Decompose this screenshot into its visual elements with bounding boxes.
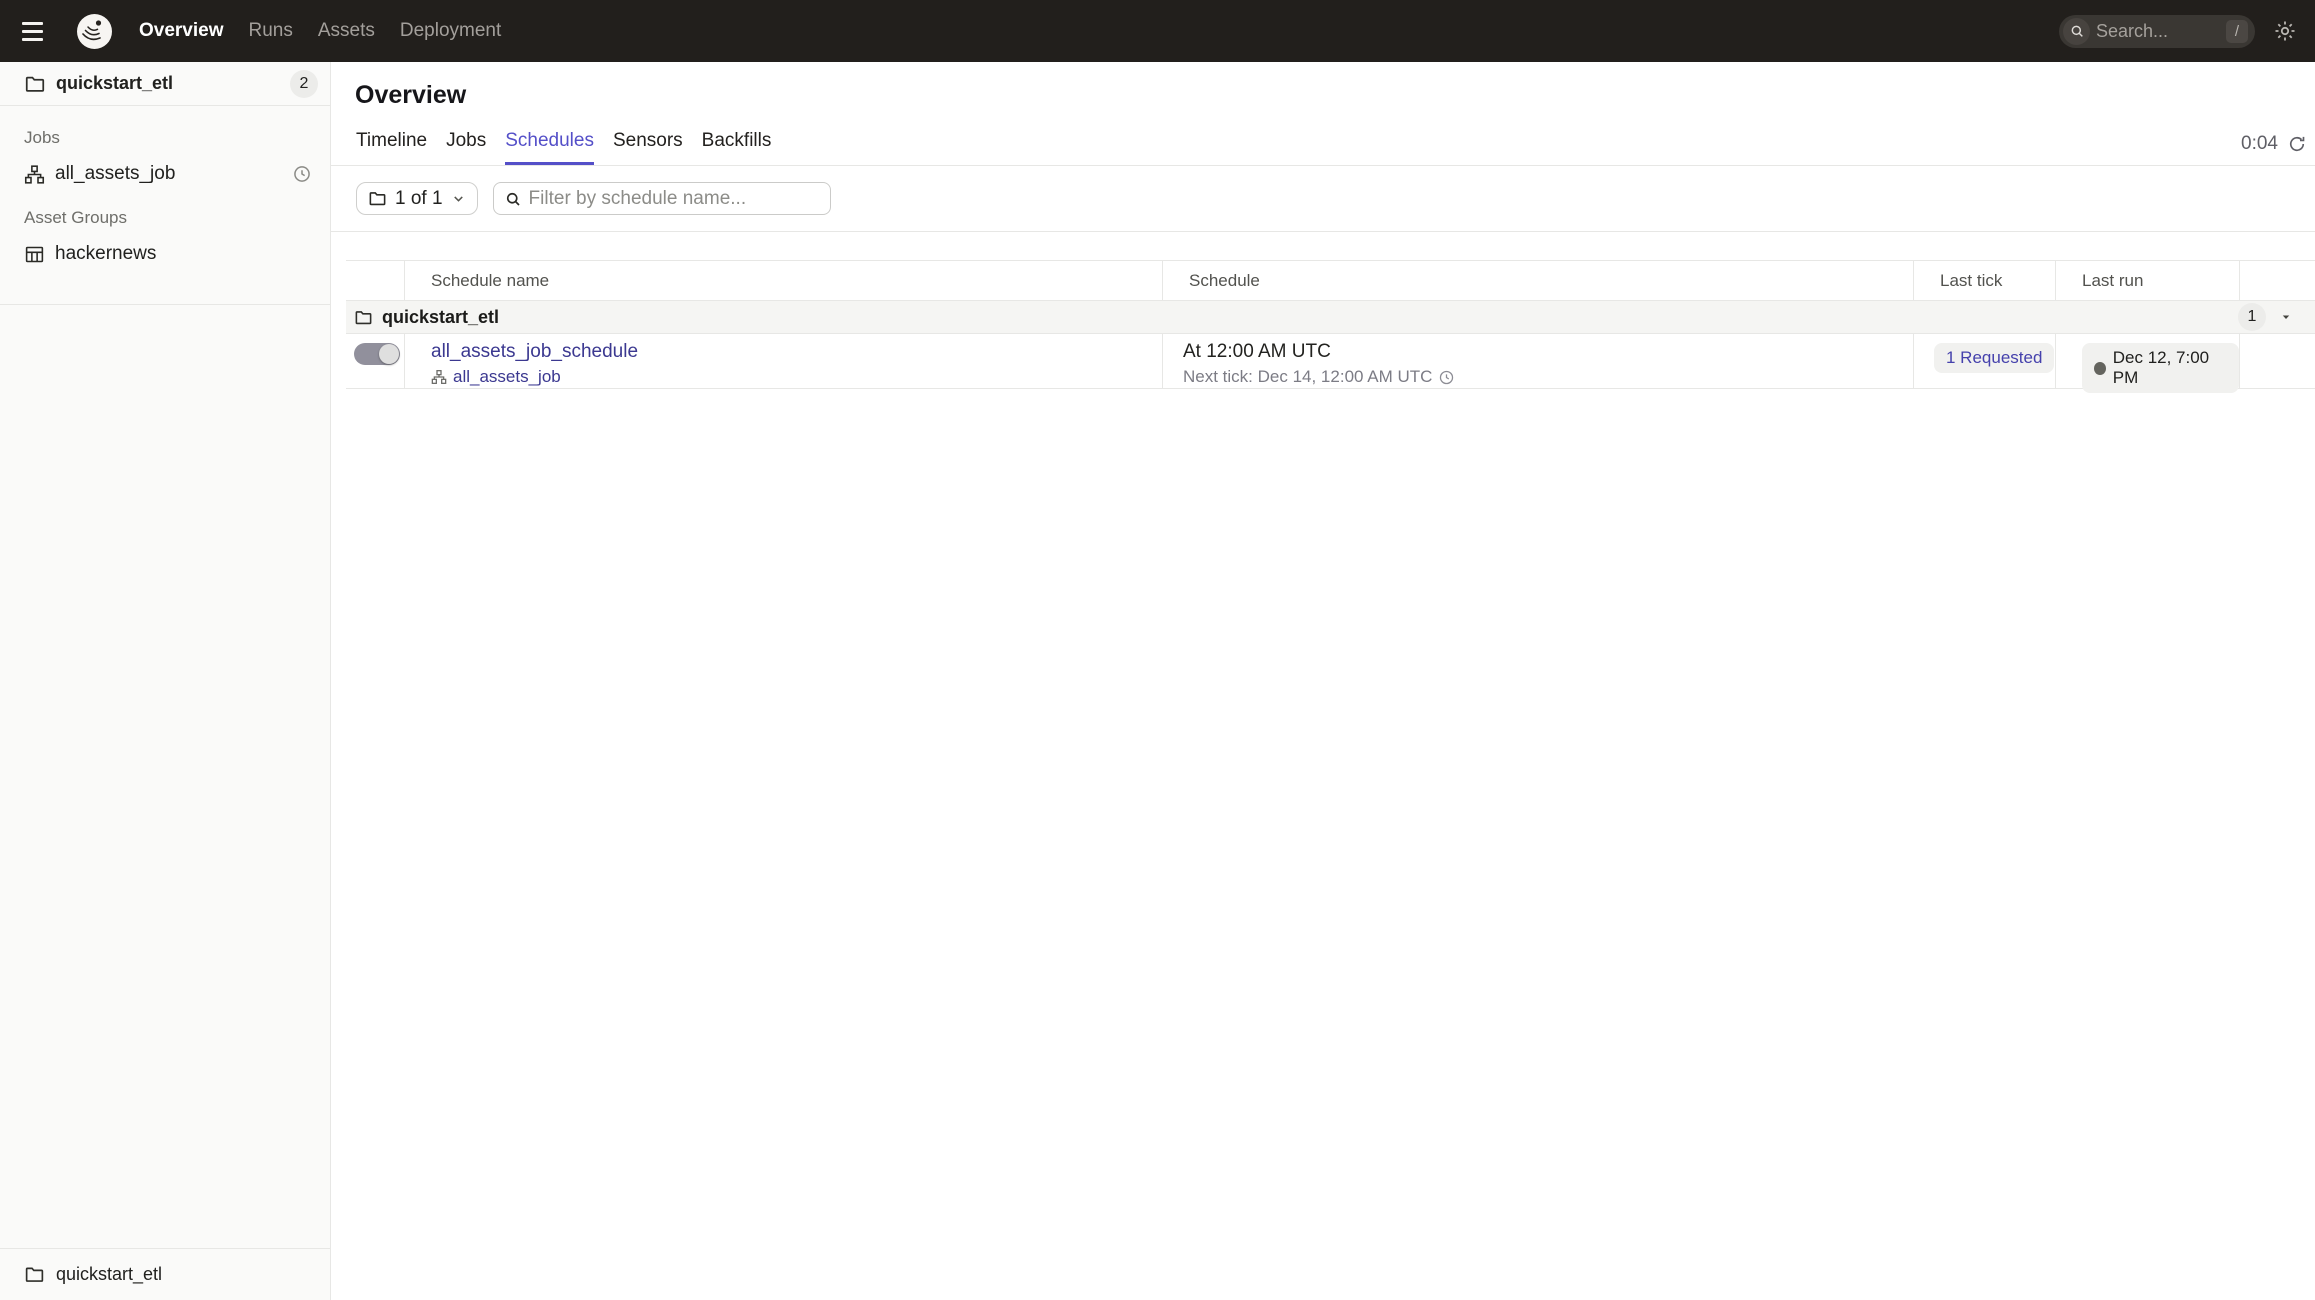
global-search-input[interactable] — [2090, 20, 2226, 42]
schedules-table: Schedule name Schedule Last tick Last ru… — [346, 260, 2315, 393]
group-repo-name: quickstart_etl — [382, 306, 500, 327]
repo-group-row[interactable]: quickstart_etl 1 — [346, 301, 2315, 334]
folder-icon — [24, 73, 46, 95]
main-content: Overview Timeline Jobs Schedules Sensors… — [331, 62, 2315, 1300]
nav-item-runs[interactable]: Runs — [249, 20, 293, 42]
last-tick-cell: 1 Requested — [1913, 334, 2055, 388]
gear-icon — [2275, 21, 2295, 41]
row-actions-cell — [2239, 334, 2315, 388]
top-nav: Overview Runs Assets Deployment / — [0, 0, 2315, 62]
group-count-badge: 1 — [2238, 303, 2266, 331]
sidebar-repo-name: quickstart_etl — [56, 73, 174, 93]
job-icon — [24, 164, 45, 185]
table-header-row: Schedule name Schedule Last tick Last ru… — [346, 260, 2315, 301]
sidebar-item-hackernews[interactable]: hackernews — [0, 234, 330, 274]
asset-groups-section-label: Asset Groups — [24, 208, 127, 227]
last-tick-badge[interactable]: 1 Requested — [1934, 343, 2055, 373]
tabs: Timeline Jobs Schedules Sensors Backfill… — [356, 130, 771, 165]
search-icon — [2063, 17, 2090, 45]
folder-icon — [368, 189, 387, 208]
folder-icon — [354, 308, 373, 327]
primary-nav: Overview Runs Assets Deployment — [139, 20, 501, 42]
settings-gear-button[interactable] — [2273, 19, 2297, 43]
schedule-cron-cell: At 12:00 AM UTC Next tick: Dec 14, 12:00… — [1162, 334, 1913, 388]
sidebar-item-all-assets-job[interactable]: all_assets_job — [0, 154, 330, 194]
jobs-section-label: Jobs — [24, 128, 60, 147]
last-run-cell: Dec 12, 7:00 PM — [2055, 334, 2239, 393]
hamburger-menu-button[interactable] — [22, 14, 56, 48]
tab-schedules[interactable]: Schedules — [505, 130, 594, 165]
tab-sensors[interactable]: Sensors — [613, 130, 683, 165]
refresh-block: 0:04 — [2241, 133, 2307, 165]
schedule-cron-text: At 12:00 AM UTC — [1183, 341, 1331, 362]
schedule-target: all_assets_job — [431, 367, 1162, 387]
repo-filter-label: 1 of 1 — [395, 187, 443, 209]
caret-down-icon[interactable] — [2279, 310, 2293, 324]
col-schedule-name: Schedule name — [404, 261, 1162, 300]
repo-count-badge: 2 — [290, 69, 318, 98]
schedule-enabled-toggle[interactable] — [354, 343, 400, 365]
next-tick: Next tick: Dec 14, 12:00 AM UTC — [1183, 367, 1913, 387]
nav-item-overview[interactable]: Overview — [139, 20, 224, 42]
col-actions — [2239, 261, 2315, 300]
col-schedule: Schedule — [1162, 261, 1913, 300]
target-job-link[interactable]: all_assets_job — [453, 367, 561, 387]
nav-item-assets[interactable]: Assets — [318, 20, 375, 42]
search-shortcut-badge: / — [2226, 19, 2248, 43]
sidebar-job-link[interactable]: all_assets_job — [55, 163, 175, 185]
sidebar-footer-repo-name: quickstart_etl — [56, 1264, 163, 1284]
schedule-toggle-cell — [346, 334, 404, 388]
tabs-row: Timeline Jobs Schedules Sensors Backfill… — [331, 130, 2315, 166]
refresh-countdown: 0:04 — [2241, 133, 2278, 154]
nav-item-deployment[interactable]: Deployment — [400, 20, 501, 42]
refresh-icon[interactable] — [2287, 134, 2307, 154]
app-root: Overview Runs Assets Deployment / — [0, 0, 2315, 1300]
repo-filter-button[interactable]: 1 of 1 — [356, 182, 478, 215]
filters-divider — [331, 231, 2315, 232]
tab-timeline[interactable]: Timeline — [356, 130, 427, 165]
schedule-name-cell: all_assets_job_schedule all_assets_job — [404, 334, 1162, 388]
last-run-time: Dec 12, 7:00 PM — [2112, 348, 2210, 387]
col-last-tick: Last tick — [1913, 261, 2055, 300]
chevron-down-icon — [453, 196, 463, 202]
schedule-filter — [492, 182, 831, 215]
filters-row: 1 of 1 — [356, 182, 2315, 215]
clock-icon — [1440, 370, 1454, 384]
body-row: quickstart_etl 2 Jobs all_assets_job Ass… — [0, 62, 2315, 1300]
asset-group-icon — [24, 244, 45, 265]
page-title: Overview — [355, 81, 467, 109]
tab-jobs[interactable]: Jobs — [446, 130, 486, 165]
global-search[interactable]: / — [2059, 14, 2255, 48]
run-status-dot — [2094, 361, 2106, 375]
tab-backfills[interactable]: Backfills — [702, 130, 772, 165]
schedule-filter-input[interactable] — [528, 187, 820, 210]
toggle-column-header — [346, 261, 404, 300]
sidebar: quickstart_etl 2 Jobs all_assets_job Ass… — [0, 62, 331, 1300]
next-tick-text: Next tick: Dec 14, 12:00 AM UTC — [1183, 367, 1433, 386]
sidebar-repo-header[interactable]: quickstart_etl 2 — [0, 62, 330, 106]
schedule-name-link[interactable]: all_assets_job_schedule — [431, 341, 638, 362]
last-run-badge[interactable]: Dec 12, 7:00 PM — [2082, 343, 2239, 393]
dagster-logo-icon — [76, 13, 113, 50]
folder-icon — [24, 1264, 45, 1285]
job-icon — [431, 370, 447, 384]
sidebar-asset-group-link[interactable]: hackernews — [55, 243, 156, 265]
sidebar-footer-repo[interactable]: quickstart_etl — [0, 1248, 330, 1300]
schedule-row: all_assets_job_schedule all_assets_job A… — [346, 334, 2315, 393]
toggle-knob — [379, 344, 399, 364]
clock-icon — [292, 164, 312, 184]
col-last-run: Last run — [2055, 261, 2239, 300]
search-icon — [506, 192, 520, 206]
sidebar-sections: Jobs all_assets_job Asset Groups hackern — [0, 106, 330, 305]
